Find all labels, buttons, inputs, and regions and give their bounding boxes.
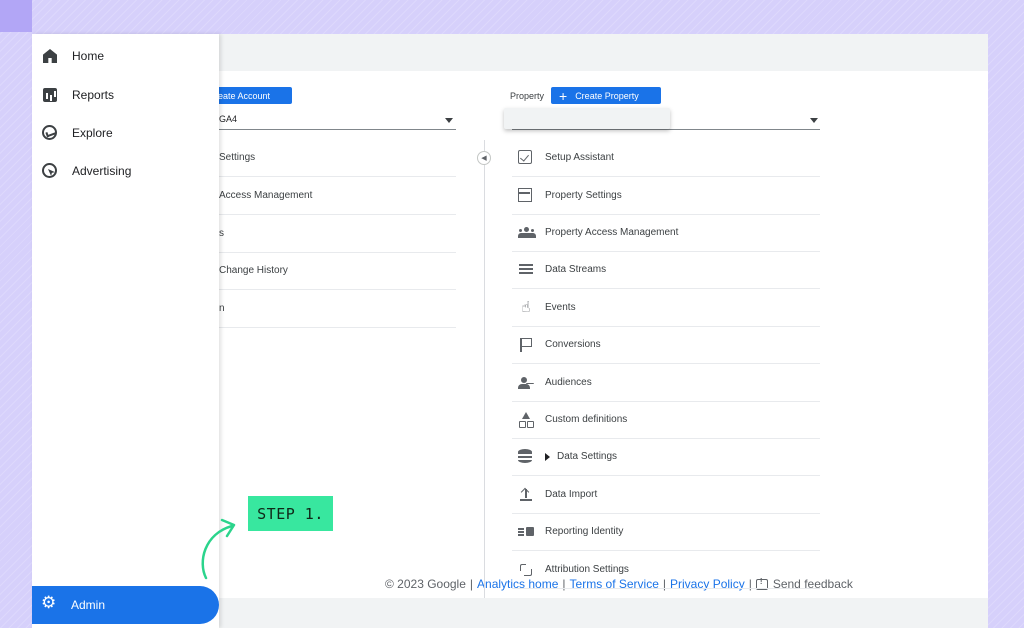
- checklist-icon: [518, 150, 532, 164]
- reports-icon: [42, 87, 58, 103]
- explore-icon: [42, 125, 58, 141]
- shapes-icon: [518, 412, 534, 428]
- create-property-label: Create Property: [575, 90, 639, 101]
- curved-arrow-icon: [201, 518, 236, 580]
- chevron-down-icon: [810, 118, 818, 123]
- audience-icon: [518, 375, 534, 391]
- collapse-button[interactable]: ◀: [477, 151, 491, 165]
- property-row-property-settings[interactable]: Property Settings: [512, 177, 820, 215]
- gear-icon: [41, 594, 57, 613]
- create-account-button[interactable]: reate Account: [211, 87, 292, 104]
- property-row-label: Reporting Identity: [545, 526, 624, 537]
- property-dropdown-popup: [504, 108, 670, 129]
- property-row-label: Conversions: [545, 339, 601, 350]
- step-label: STEP 1.: [257, 504, 324, 523]
- account-row-label: s: [219, 228, 224, 239]
- sidebar-item-label: Explore: [72, 126, 113, 140]
- property-row-data-settings[interactable]: Data Settings: [512, 438, 820, 476]
- advertising-icon: [42, 163, 58, 179]
- property-row-events[interactable]: ☝ Events: [512, 289, 820, 327]
- people-icon: [518, 227, 536, 239]
- account-row[interactable]: Change History: [219, 252, 456, 290]
- sidebar-item-label: Reports: [72, 88, 115, 102]
- property-row-conversions[interactable]: Conversions: [512, 326, 820, 364]
- account-row-label: Settings: [219, 152, 256, 163]
- account-row[interactable]: Settings: [219, 139, 456, 177]
- sidebar-item-advertising[interactable]: Advertising: [32, 153, 219, 189]
- property-row-attribution-settings[interactable]: Attribution Settings: [512, 551, 820, 589]
- sidebar-item-label: Advertising: [72, 164, 132, 178]
- corner-decoration: [0, 0, 32, 32]
- account-selected-value: GA4: [219, 114, 238, 124]
- footer-copyright: © 2023 Google: [385, 577, 466, 591]
- upload-icon: [518, 487, 534, 503]
- create-account-label: reate Account: [215, 90, 271, 101]
- step-annotation-tag: STEP 1.: [248, 496, 333, 531]
- database-icon: [518, 449, 532, 463]
- property-row-label: Property Access Management: [545, 227, 679, 238]
- property-row-label: Data Import: [545, 489, 598, 500]
- property-row-label: Data Streams: [545, 264, 607, 275]
- property-label: Property: [510, 91, 545, 101]
- property-row-label: Custom definitions: [545, 414, 628, 425]
- caret-right-icon: [545, 452, 550, 461]
- property-row-data-streams[interactable]: Data Streams: [512, 251, 820, 289]
- sidebar-item-label: Admin: [71, 598, 106, 612]
- sidebar-item-explore[interactable]: Explore: [32, 115, 219, 151]
- sidebar: Home Reports Explore Advertising Admin: [32, 34, 219, 628]
- property-row-access-management[interactable]: Property Access Management: [512, 214, 820, 252]
- property-row-label: Events: [545, 302, 576, 313]
- settings-layout-icon: [518, 188, 532, 202]
- arrow-left-icon: ◀: [481, 154, 487, 162]
- property-row-setup-assistant[interactable]: Setup Assistant: [512, 139, 820, 177]
- sidebar-item-admin[interactable]: Admin: [32, 586, 219, 624]
- property-row-label: Property Settings: [545, 190, 622, 201]
- account-row[interactable]: n: [219, 290, 456, 328]
- touch-icon: ☝: [521, 299, 531, 316]
- property-row-reporting-identity[interactable]: Reporting Identity: [512, 513, 820, 551]
- property-row-custom-definitions[interactable]: Custom definitions: [512, 401, 820, 439]
- account-row-label: Change History: [219, 265, 288, 276]
- account-row[interactable]: Access Management: [219, 177, 456, 215]
- property-row-label: Attribution Settings: [545, 564, 629, 575]
- property-row-label: Data Settings: [557, 451, 618, 462]
- account-row-label: Access Management: [219, 190, 313, 201]
- property-row-audiences[interactable]: Audiences: [512, 364, 820, 402]
- chevron-down-icon: [445, 118, 453, 123]
- attribution-icon: [518, 562, 534, 578]
- flag-icon: [518, 337, 534, 353]
- plus-icon: +: [559, 87, 568, 104]
- identity-icon: [518, 524, 534, 540]
- account-row-label: n: [219, 303, 225, 314]
- home-icon: [42, 48, 58, 64]
- streams-icon: [518, 262, 534, 278]
- sidebar-item-label: Home: [72, 49, 105, 63]
- column-divider: [484, 140, 485, 598]
- sidebar-item-reports[interactable]: Reports: [32, 77, 219, 113]
- property-row-label: Audiences: [545, 377, 592, 388]
- account-row[interactable]: s: [219, 215, 456, 253]
- property-row-label: Setup Assistant: [545, 152, 614, 163]
- account-select[interactable]: GA4: [219, 114, 456, 130]
- property-row-data-import[interactable]: Data Import: [512, 476, 820, 514]
- create-property-button[interactable]: + Create Property: [551, 87, 661, 104]
- sidebar-item-home[interactable]: Home: [32, 38, 219, 74]
